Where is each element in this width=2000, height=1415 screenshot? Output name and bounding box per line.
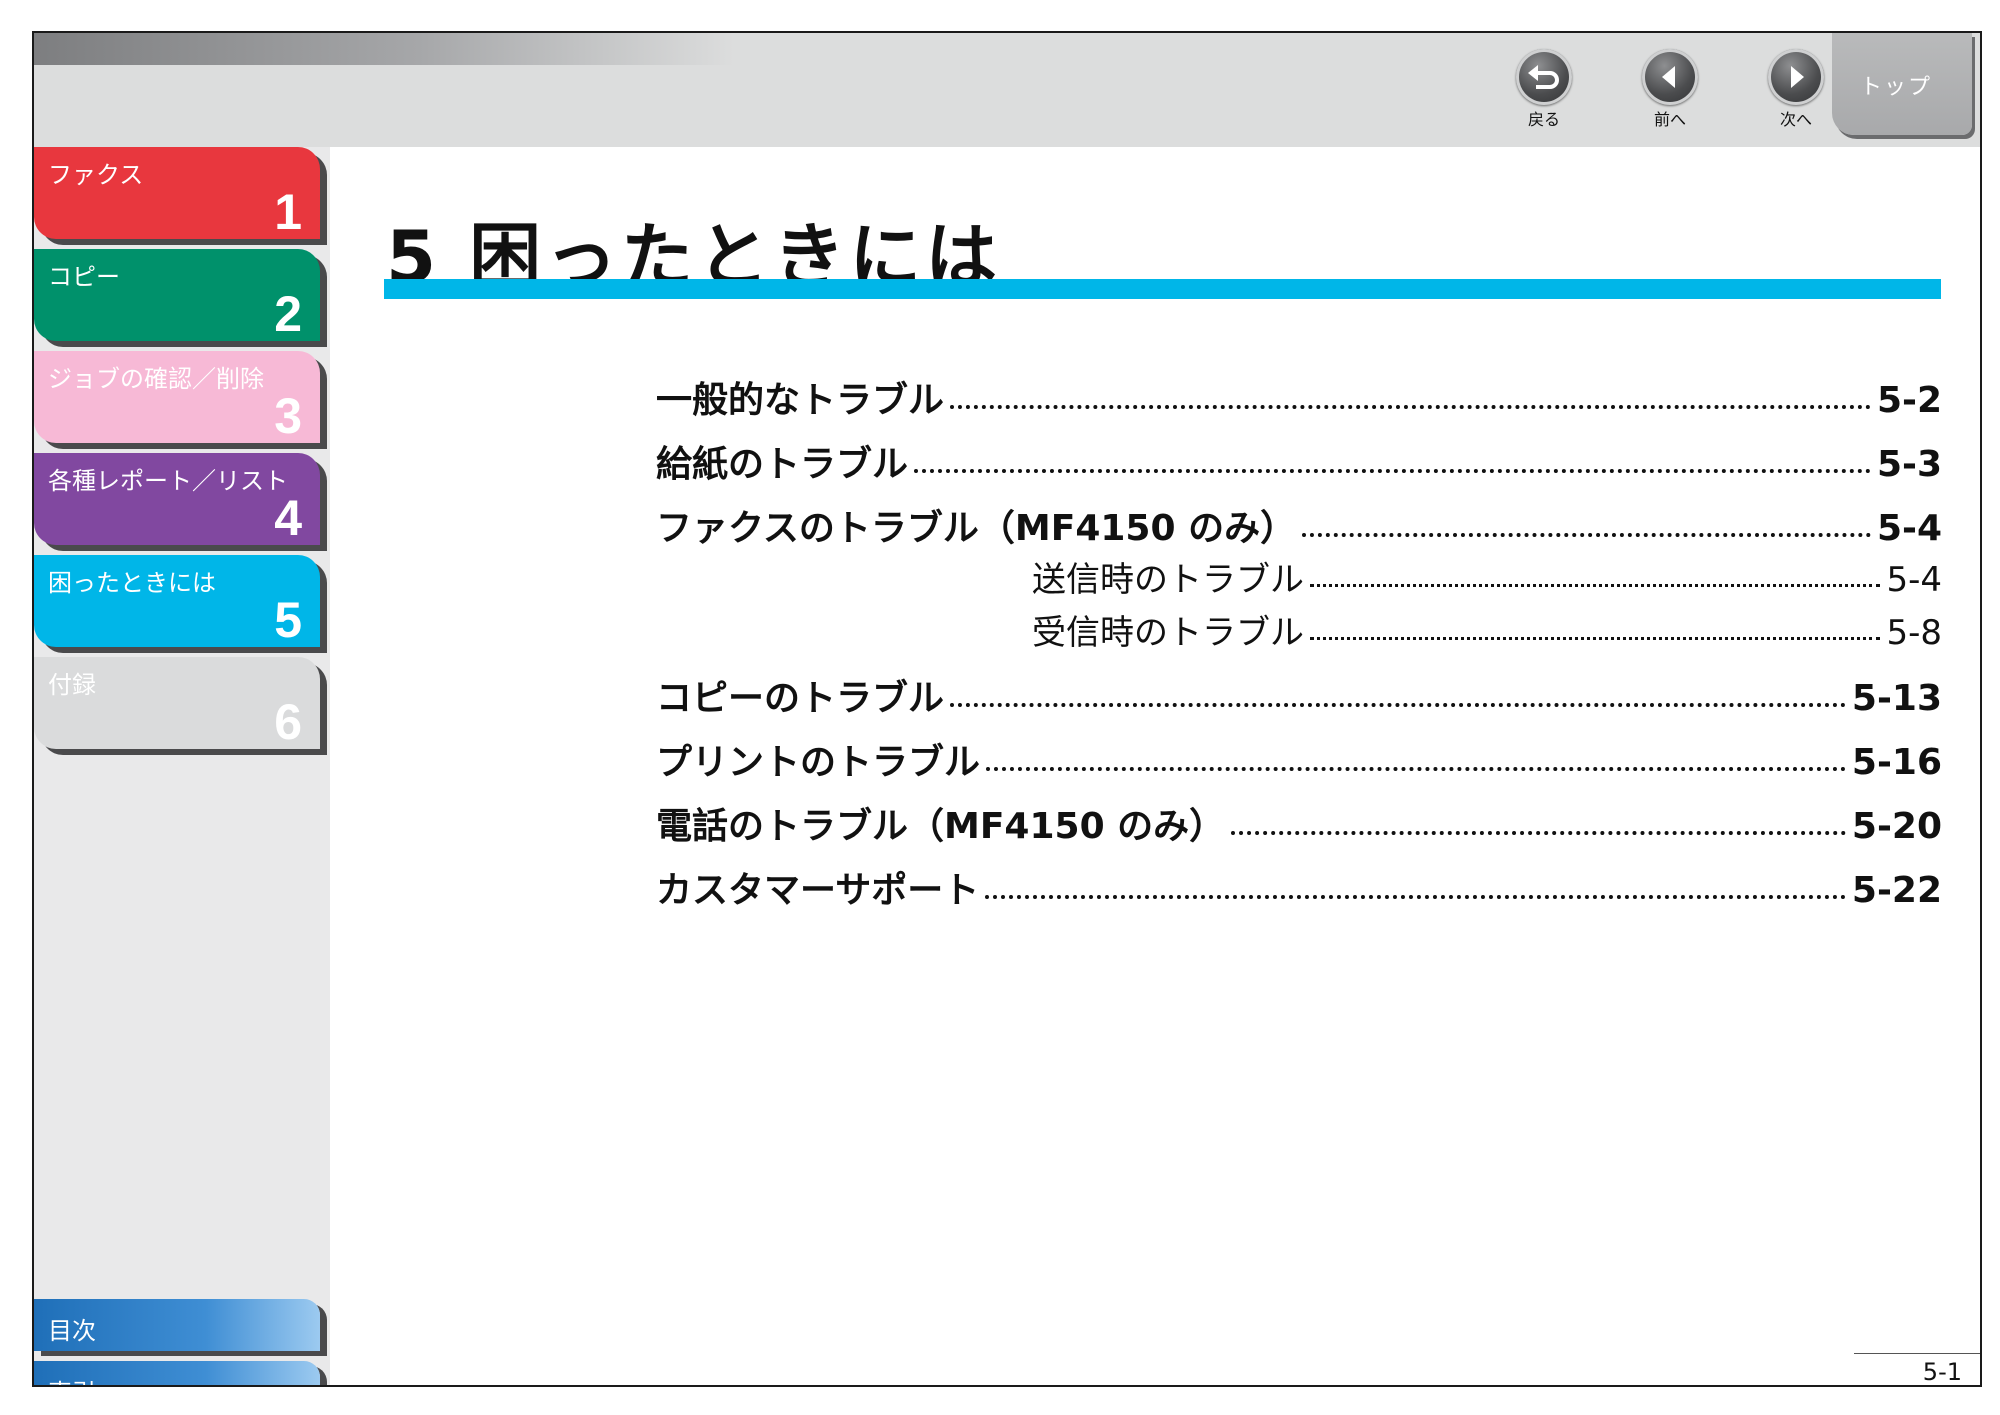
toc-entry-text: 送信時のトラブル — [1032, 560, 1304, 600]
toc-page-number: 5-22 — [1851, 870, 1942, 911]
chapter-sidebar: ファクス 1 コピー 2 ジョブの確認／削除 3 各種レポート／リスト 4 困っ… — [34, 147, 330, 1385]
arrow-right-icon — [1768, 49, 1824, 105]
toc-page-number: 5-8 — [1886, 613, 1942, 653]
chapter-tab-reports[interactable]: 各種レポート／リスト 4 — [34, 453, 320, 546]
page-number: 5-1 — [1922, 1358, 1962, 1386]
toc-entry-text: 一般的なトラブル — [656, 380, 945, 421]
title-rule — [384, 279, 1941, 299]
toc-leader — [1231, 831, 1846, 835]
toc-page-number: 5-20 — [1851, 806, 1942, 847]
contents-tab[interactable]: 目次 — [34, 1299, 320, 1351]
toc-entry-text: カスタマーサポート — [656, 870, 980, 911]
toc-subentry[interactable]: 受信時のトラブル 5-8 — [1032, 605, 1942, 654]
chapter-title: ジョブの確認／削除 — [48, 365, 264, 393]
chapter-tab-troubleshooting[interactable]: 困ったときには 5 — [34, 555, 320, 648]
back-button[interactable]: 戻る — [1504, 49, 1584, 129]
toc-leader — [1310, 637, 1881, 640]
contents-label: 目次 — [48, 1317, 96, 1345]
chapter-tab-copy[interactable]: コピー 2 — [34, 249, 320, 342]
footer-rule — [1854, 1353, 1980, 1354]
arrow-left-icon — [1642, 49, 1698, 105]
toc-leader — [986, 767, 1846, 771]
toc-entry[interactable]: ファクスのトラブル（MF4150 のみ） 5-4 — [656, 499, 1942, 551]
toc-page-number: 5-3 — [1876, 444, 1942, 485]
toc-entry[interactable]: カスタマーサポート 5-22 — [656, 861, 1942, 913]
next-button[interactable]: 次へ — [1756, 49, 1836, 129]
index-tab[interactable]: 索引 — [34, 1361, 320, 1385]
back-label: 戻る — [1527, 110, 1560, 129]
toc-entry-text: 給紙のトラブル — [656, 444, 909, 485]
toc-entry[interactable]: 電話のトラブル（MF4150 のみ） 5-20 — [656, 797, 1942, 849]
chapter-number: 1 — [274, 184, 302, 240]
back-icon — [1516, 49, 1572, 105]
top-tab-label: トップ — [1860, 75, 1933, 100]
chapter-title: ファクス — [48, 161, 144, 189]
toc-subentry[interactable]: 送信時のトラブル 5-4 — [1032, 552, 1942, 601]
toc-leader — [985, 895, 1846, 899]
chapter-title: 困ったときには — [48, 569, 216, 597]
toc-entry[interactable]: 給紙のトラブル 5-3 — [656, 435, 1942, 487]
toc-entry-text: 受信時のトラブル — [1032, 613, 1304, 653]
page-frame: 戻る 前へ 次へ トップ ファクス 1 コピー 2 ジョブの確認／削除 3 各種… — [32, 31, 1982, 1387]
toc-page-number: 5-13 — [1851, 678, 1942, 719]
toc-leader — [1302, 533, 1871, 537]
toc-leader — [950, 703, 1846, 707]
toc-entry[interactable]: プリントのトラブル 5-16 — [656, 733, 1942, 785]
chapter-tab-job-status[interactable]: ジョブの確認／削除 3 — [34, 351, 320, 444]
toc-entry-text: ファクスのトラブル（MF4150 のみ） — [656, 508, 1297, 549]
next-label: 次へ — [1779, 110, 1812, 129]
index-label: 索引 — [48, 1373, 96, 1385]
chapter-tab-fax[interactable]: ファクス 1 — [34, 147, 320, 240]
top-toolbar: 戻る 前へ 次へ トップ — [34, 33, 1980, 147]
chapter-number: 4 — [274, 490, 302, 546]
prev-label: 前へ — [1653, 110, 1686, 129]
toc-entry-text: 電話のトラブル（MF4150 のみ） — [656, 806, 1226, 847]
chapter-title: コピー — [48, 263, 120, 291]
chapter-number: 6 — [274, 694, 302, 750]
chapter-title: 各種レポート／リスト — [48, 467, 288, 495]
toc-page-number: 5-4 — [1886, 560, 1942, 600]
top-page-tab[interactable]: トップ — [1832, 33, 1972, 135]
toc-page-number: 5-16 — [1851, 742, 1942, 783]
toolbar-gradient-strip — [34, 33, 734, 65]
toc-entry-text: コピーのトラブル — [656, 678, 945, 719]
chapter-number: 3 — [274, 388, 302, 444]
toc-entry-text: プリントのトラブル — [656, 742, 981, 783]
chapter-number: 2 — [274, 286, 302, 342]
toc-entry[interactable]: コピーのトラブル 5-13 — [656, 669, 1942, 721]
toc-page-number: 5-2 — [1876, 380, 1942, 421]
toc-page-number: 5-4 — [1876, 508, 1942, 549]
toc-leader — [1310, 584, 1881, 587]
chapter-number: 5 — [274, 592, 302, 648]
toc-leader — [950, 405, 1871, 409]
toc-leader — [914, 469, 1871, 473]
prev-button[interactable]: 前へ — [1630, 49, 1710, 129]
chapter-title: 付録 — [48, 671, 96, 699]
toc-entry[interactable]: 一般的なトラブル 5-2 — [656, 371, 1942, 423]
chapter-tab-appendix[interactable]: 付録 6 — [34, 657, 320, 750]
